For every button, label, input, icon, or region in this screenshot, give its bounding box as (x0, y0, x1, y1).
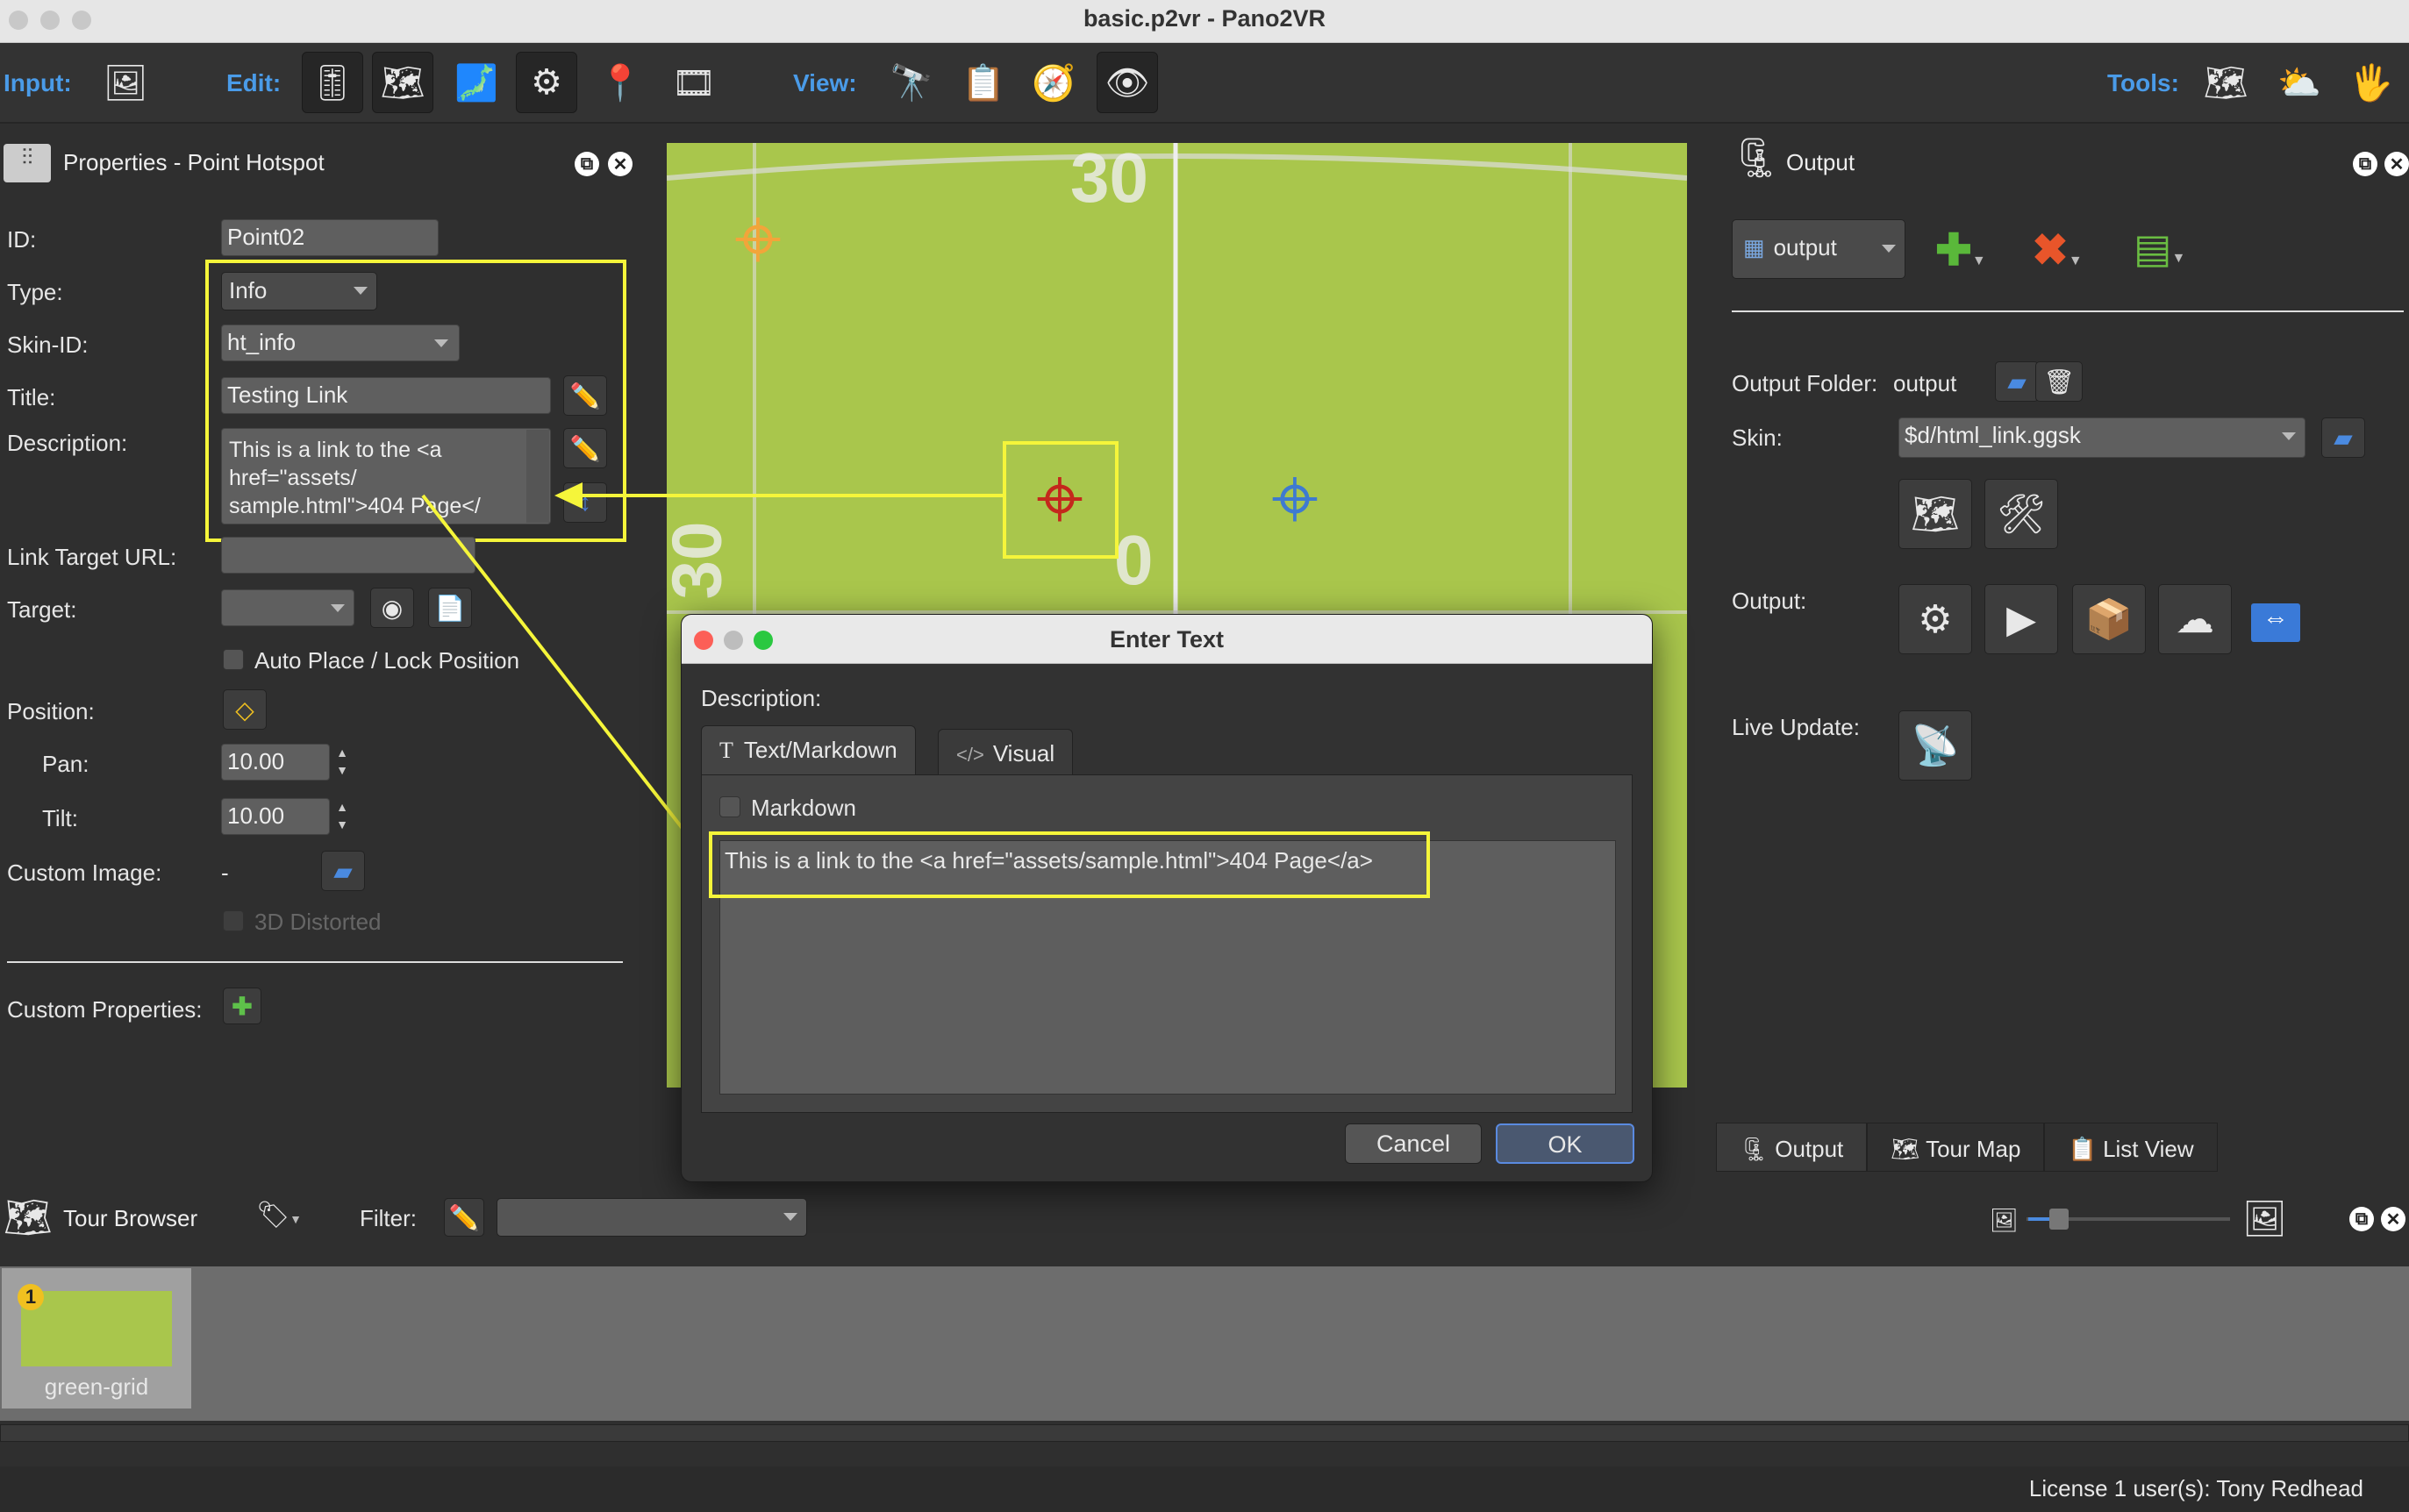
output-folder-value: output (1893, 370, 1957, 396)
skin-combo[interactable]: $d/html_link.ggsk (1898, 417, 2305, 458)
delete-output-icon[interactable]: ✖▼ (2032, 225, 2083, 275)
output-panel-icon: 🗜 (1732, 137, 1781, 180)
code-icon: </> (956, 744, 984, 766)
small-thumbnail-icon: 🖼 (1990, 1207, 2019, 1233)
output-list-icon[interactable]: ▤▼ (2134, 225, 2185, 272)
tab-text-markdown[interactable]: T Text/Markdown (701, 725, 916, 774)
text-icon: T (719, 738, 733, 763)
tab-tour-map[interactable]: 🗺 Tour Map (1867, 1123, 2045, 1172)
tab-content: Markdown This is a link to the <a href="… (701, 774, 1633, 1113)
output-title: Output (1786, 149, 1855, 175)
output-label: Output: (1732, 588, 1807, 614)
tab-output[interactable]: 🗜 Output (1716, 1123, 1868, 1172)
description-text[interactable]: This is a link to the <a href="assets/sa… (709, 831, 1430, 898)
markdown-label: Markdown (751, 795, 856, 821)
markdown-checkbox[interactable] (719, 796, 740, 817)
preview-monitor-icon[interactable]: ▶ (1984, 584, 2058, 654)
package-icon[interactable]: 📦 (2072, 584, 2146, 654)
dialog-description-label: Description: (701, 685, 822, 711)
large-thumbnail-icon: 🖼 (2242, 1200, 2287, 1238)
float-output-panel-icon[interactable]: ⧉ (2353, 152, 2377, 176)
thumbnail-label: green-grid (44, 1373, 149, 1400)
skin-tools-icon[interactable]: 🛠 (1984, 479, 2058, 549)
dialog-close-button[interactable] (694, 631, 713, 650)
float-tour-browser-icon[interactable]: ⧉ (2349, 1207, 2374, 1231)
dialog-minimize-button[interactable] (724, 631, 743, 650)
tour-browser-panel: 🗺 Tour Browser 🏷▼ Filter: ✏️ 🖼 🖼 ⧉ ✕ 1 g… (0, 1184, 2409, 1456)
open-skin-icon[interactable]: ▰ (2321, 417, 2365, 458)
filter-pencil-icon[interactable]: ✏️ (444, 1198, 484, 1237)
close-output-panel-icon[interactable]: ✕ (2384, 152, 2409, 176)
cancel-button[interactable]: Cancel (1345, 1123, 1482, 1164)
tour-browser-icon: 🗺 (4, 1196, 53, 1239)
stamp-icon[interactable]: 🏷▼ (256, 1200, 302, 1230)
html5-output-icon: ▦ (1743, 234, 1765, 260)
filter-label: Filter: (360, 1205, 417, 1231)
output-panel: 🗜 Output ⧉ ✕ ▦ output ✚▼ ✖▼ ▤▼ Output Fol… (1716, 132, 2409, 1175)
dialog-title: Enter Text (1109, 626, 1225, 653)
tour-browser-title: Tour Browser (63, 1205, 198, 1231)
open-output-folder-icon[interactable]: ▰ (1995, 361, 2039, 402)
horizontal-scrollbar[interactable] (0, 1424, 2409, 1442)
output-settings-gear-icon[interactable]: ⚙ (1898, 584, 1972, 654)
status-bar: License 1 user(s): Tony Redhead (0, 1466, 2409, 1512)
live-update-label: Live Update: (1732, 714, 1860, 740)
enter-text-dialog: Enter Text Description: T Text/Markdown <… (681, 614, 1653, 1182)
ok-button[interactable]: OK (1496, 1123, 1634, 1164)
thumbnail-image (21, 1291, 172, 1366)
tab-list-view[interactable]: 📋 List View (2044, 1123, 2218, 1172)
live-update-antenna-icon[interactable]: 📡 (1898, 710, 1972, 781)
trash-icon[interactable]: 🗑 (2035, 361, 2083, 402)
skin-label: Skin: (1732, 424, 1783, 451)
filter-combo[interactable] (497, 1198, 807, 1237)
license-text: License 1 user(s): Tony Redhead (2028, 1475, 2363, 1501)
panorama-thumbnail[interactable]: 1 green-grid (2, 1268, 191, 1409)
output-select[interactable]: ▦ output (1732, 219, 1905, 279)
tab-visual[interactable]: </> Visual (938, 729, 1074, 774)
dialog-titlebar: Enter Text (682, 615, 1652, 664)
thumbnail-strip: 1 green-grid (0, 1266, 2409, 1421)
close-tour-browser-icon[interactable]: ✕ (2381, 1207, 2405, 1231)
skin-editor-icon[interactable]: 🗺 (1898, 479, 1972, 549)
output-tabs: 🗜 Output 🗺 Tour Map 📋 List View (1716, 1123, 2409, 1172)
add-output-icon[interactable]: ✚▼ (1935, 225, 1986, 275)
slider-handle[interactable] (2049, 1209, 2069, 1230)
dialog-zoom-button[interactable] (754, 631, 773, 650)
output-folder-label: Output Folder: (1732, 370, 1878, 396)
divider (1732, 310, 2404, 312)
plugin-connector-icon[interactable]: ⇔ (2251, 603, 2300, 642)
start-node-badge: 1 (18, 1284, 44, 1310)
upload-cloud-icon[interactable]: ☁ (2158, 584, 2232, 654)
